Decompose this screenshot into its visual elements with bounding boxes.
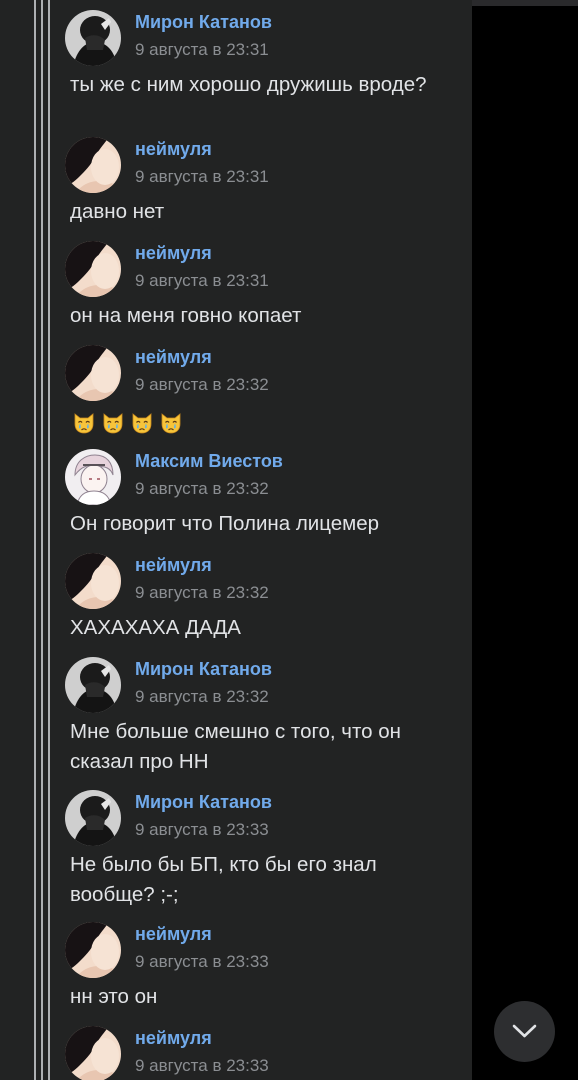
neymulya-avatar-image [65, 241, 121, 297]
comment-emoji-row [72, 411, 183, 435]
avatar[interactable] [65, 345, 121, 401]
neymulya-avatar-image [65, 137, 121, 193]
comment-text: Он говорит что Полина лицемер [70, 512, 380, 535]
avatar[interactable] [65, 449, 121, 505]
comment-text: ХАХАХАХА ДАДА [70, 616, 241, 639]
crying-cat-emoji-icon [101, 411, 125, 435]
comment-date[interactable]: 9 августа в 23:32 [135, 479, 269, 499]
thread-nesting-lines [34, 0, 50, 1080]
miron-avatar-image [65, 10, 121, 66]
comment-date[interactable]: 9 августа в 23:32 [135, 375, 269, 395]
comment-thread-panel[interactable]: Мирон Катанов 9 августа в 23:31 ты же с … [0, 0, 472, 1080]
comment-author[interactable]: неймуля [135, 347, 212, 368]
comment-author[interactable]: неймуля [135, 243, 212, 264]
comment-text: давно нет [70, 200, 165, 223]
neymulya-avatar-image [65, 553, 121, 609]
avatar[interactable] [65, 241, 121, 297]
neymulya-avatar-image [65, 345, 121, 401]
maxim-avatar-image [65, 449, 121, 505]
comment-thread-screen: Мирон Катанов 9 августа в 23:31 ты же с … [0, 0, 578, 1080]
comment-date[interactable]: 9 августа в 23:31 [135, 40, 269, 60]
comment-author[interactable]: неймуля [135, 924, 212, 945]
avatar[interactable] [65, 10, 121, 66]
comment-text: ты же с ним хорошо дружишь вроде? [70, 73, 427, 96]
comment-author[interactable]: Мирон Катанов [135, 659, 272, 680]
crying-cat-emoji-icon [130, 411, 154, 435]
comment-date[interactable]: 9 августа в 23:33 [135, 952, 269, 972]
avatar[interactable] [65, 922, 121, 978]
comment-author[interactable]: неймуля [135, 555, 212, 576]
avatar[interactable] [65, 1026, 121, 1080]
avatar[interactable] [65, 137, 121, 193]
avatar[interactable] [65, 657, 121, 713]
comment-author[interactable]: неймуля [135, 1028, 212, 1049]
avatar[interactable] [65, 790, 121, 846]
comment-date[interactable]: 9 августа в 23:32 [135, 687, 269, 707]
crying-cat-emoji-icon [72, 411, 96, 435]
avatar[interactable] [65, 553, 121, 609]
crying-cat-emoji-icon [159, 411, 183, 435]
comment-text: он на меня говно копает [70, 304, 302, 327]
comment-date[interactable]: 9 августа в 23:33 [135, 820, 269, 840]
comment-text: Мне больше смешно с того, что он сказал … [70, 720, 401, 773]
neymulya-avatar-image [65, 1026, 121, 1080]
comment-date[interactable]: 9 августа в 23:33 [135, 1056, 269, 1076]
comment-date[interactable]: 9 августа в 23:31 [135, 167, 269, 187]
chevron-down-icon [512, 1024, 537, 1038]
comment-date[interactable]: 9 августа в 23:31 [135, 271, 269, 291]
comment-author[interactable]: Мирон Катанов [135, 792, 272, 813]
comment-author[interactable]: Мирон Катанов [135, 12, 272, 33]
miron-avatar-image [65, 790, 121, 846]
comment-text: нн это он [70, 985, 158, 1008]
comment-text: Не было бы БП, кто бы его знал вообще? ;… [70, 853, 377, 906]
scroll-down-button[interactable] [494, 1001, 555, 1062]
miron-avatar-image [65, 657, 121, 713]
comment-author[interactable]: Максим Виестов [135, 451, 283, 472]
neymulya-avatar-image [65, 922, 121, 978]
comment-date[interactable]: 9 августа в 23:32 [135, 583, 269, 603]
comment-author[interactable]: неймуля [135, 139, 212, 160]
